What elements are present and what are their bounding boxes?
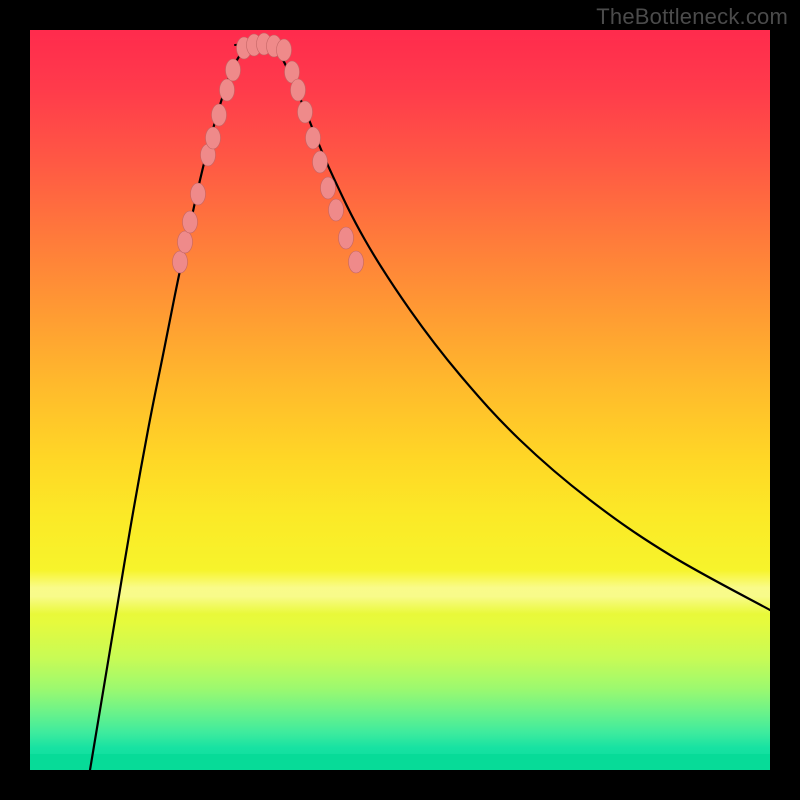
marker-right-cluster-upper (349, 251, 364, 273)
marker-left-cluster-upper (191, 183, 206, 205)
marker-left-cluster-mid (206, 127, 221, 149)
marker-left-cluster-low (220, 79, 235, 101)
marker-left-cluster-upper (178, 231, 193, 253)
curves-svg (30, 30, 770, 770)
marker-right-cluster-upper (339, 227, 354, 249)
marker-right-cluster-low (291, 79, 306, 101)
plot-area (30, 30, 770, 770)
marker-trough-cluster (277, 39, 292, 61)
marker-right-cluster-mid (329, 199, 344, 221)
marker-right-cluster-low (298, 101, 313, 123)
marker-left-cluster-upper (173, 251, 188, 273)
watermark-text: TheBottleneck.com (596, 4, 788, 30)
chart-frame: TheBottleneck.com (0, 0, 800, 800)
marker-left-cluster-upper (183, 211, 198, 233)
marker-left-cluster-mid (212, 104, 227, 126)
marker-right-cluster-mid (321, 177, 336, 199)
marker-left-cluster-low (226, 59, 241, 81)
marker-right-cluster-mid (306, 127, 321, 149)
curve-right-branch (275, 45, 770, 610)
curve-left-branch (90, 45, 250, 770)
marker-right-cluster-mid (313, 151, 328, 173)
